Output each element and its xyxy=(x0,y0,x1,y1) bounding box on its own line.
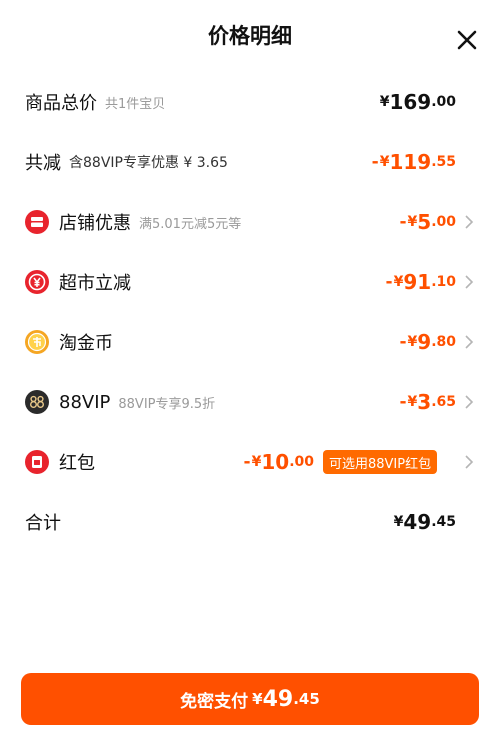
price-detail-sheet: 价格明细 商品总价 共1件宝贝 ¥ 169 .00 共减 含88VIP专享优惠 … xyxy=(0,0,500,747)
discount-row-88vip[interactable]: 88VIP 88VIP专享9.5折 - ¥ 3 .65 xyxy=(0,382,500,422)
discount-sub: 88VIP专享9.5折 xyxy=(118,396,216,412)
discount-row-red-packet[interactable]: 红包 - ¥ 10 .00 可选用88VIP红包 xyxy=(0,442,500,482)
sheet-header: 价格明细 xyxy=(0,0,500,70)
discount-amount: - ¥ 10 .00 xyxy=(243,450,314,474)
discount-label: 88VIP xyxy=(59,391,111,413)
discount-row-shop[interactable]: 店铺优惠 满5.01元减5元等 - ¥ 5 .00 xyxy=(0,202,500,242)
discount-label: 淘金币 xyxy=(59,333,113,354)
chevron-right-icon xyxy=(465,455,474,469)
total-amount: ¥ 49 .45 xyxy=(393,510,456,534)
discount-amount: - ¥ 9 .80 xyxy=(399,330,456,354)
password-free-pay-button[interactable]: 免密支付 ¥ 49 .45 xyxy=(21,673,479,725)
discount-sub: 满5.01元减5元等 xyxy=(139,216,242,232)
vip-included-text: 含88VIP专享优惠 ¥ 3.65 xyxy=(69,155,228,171)
chevron-right-icon xyxy=(465,275,474,289)
total-reduce-label: 共减 xyxy=(25,153,61,174)
total-label: 合计 xyxy=(25,513,61,534)
total-reduce-amount: - ¥ 119 .55 xyxy=(371,150,456,174)
vip-red-packet-badge[interactable]: 可选用88VIP红包 xyxy=(323,450,438,474)
discount-label: 超市立减 xyxy=(59,273,131,294)
total-reduce-row: 共减 含88VIP专享优惠 ¥ 3.65 - ¥ 119 .55 xyxy=(0,142,500,182)
gold-coin-icon xyxy=(25,330,49,354)
discount-row-taojinbi[interactable]: 淘金币 - ¥ 9 .80 xyxy=(0,322,500,362)
goods-total-label: 商品总价 xyxy=(25,93,97,114)
discount-row-supermarket[interactable]: 超市立减 - ¥ 91 .10 xyxy=(0,262,500,302)
discount-amount: - ¥ 5 .00 xyxy=(399,210,456,234)
chevron-right-icon xyxy=(465,335,474,349)
chevron-right-icon xyxy=(465,395,474,409)
close-icon xyxy=(457,30,477,50)
discount-amount: - ¥ 3 .65 xyxy=(399,390,456,414)
close-button[interactable] xyxy=(455,28,479,52)
goods-count-text: 共1件宝贝 xyxy=(105,96,166,112)
shop-icon xyxy=(25,210,49,234)
supermarket-icon xyxy=(25,270,49,294)
chevron-right-icon xyxy=(465,215,474,229)
vip88-icon xyxy=(25,390,49,414)
goods-total-amount: ¥ 169 .00 xyxy=(379,90,456,114)
page-title: 价格明细 xyxy=(208,24,292,48)
discount-label: 店铺优惠 xyxy=(59,213,131,234)
pay-button-label: 免密支付 xyxy=(180,691,249,712)
goods-total-row: 商品总价 共1件宝贝 ¥ 169 .00 xyxy=(0,82,500,122)
total-row: 合计 ¥ 49 .45 xyxy=(0,502,500,542)
discount-amount: - ¥ 91 .10 xyxy=(385,270,456,294)
red-packet-icon xyxy=(25,450,49,474)
discount-label: 红包 xyxy=(59,453,95,474)
